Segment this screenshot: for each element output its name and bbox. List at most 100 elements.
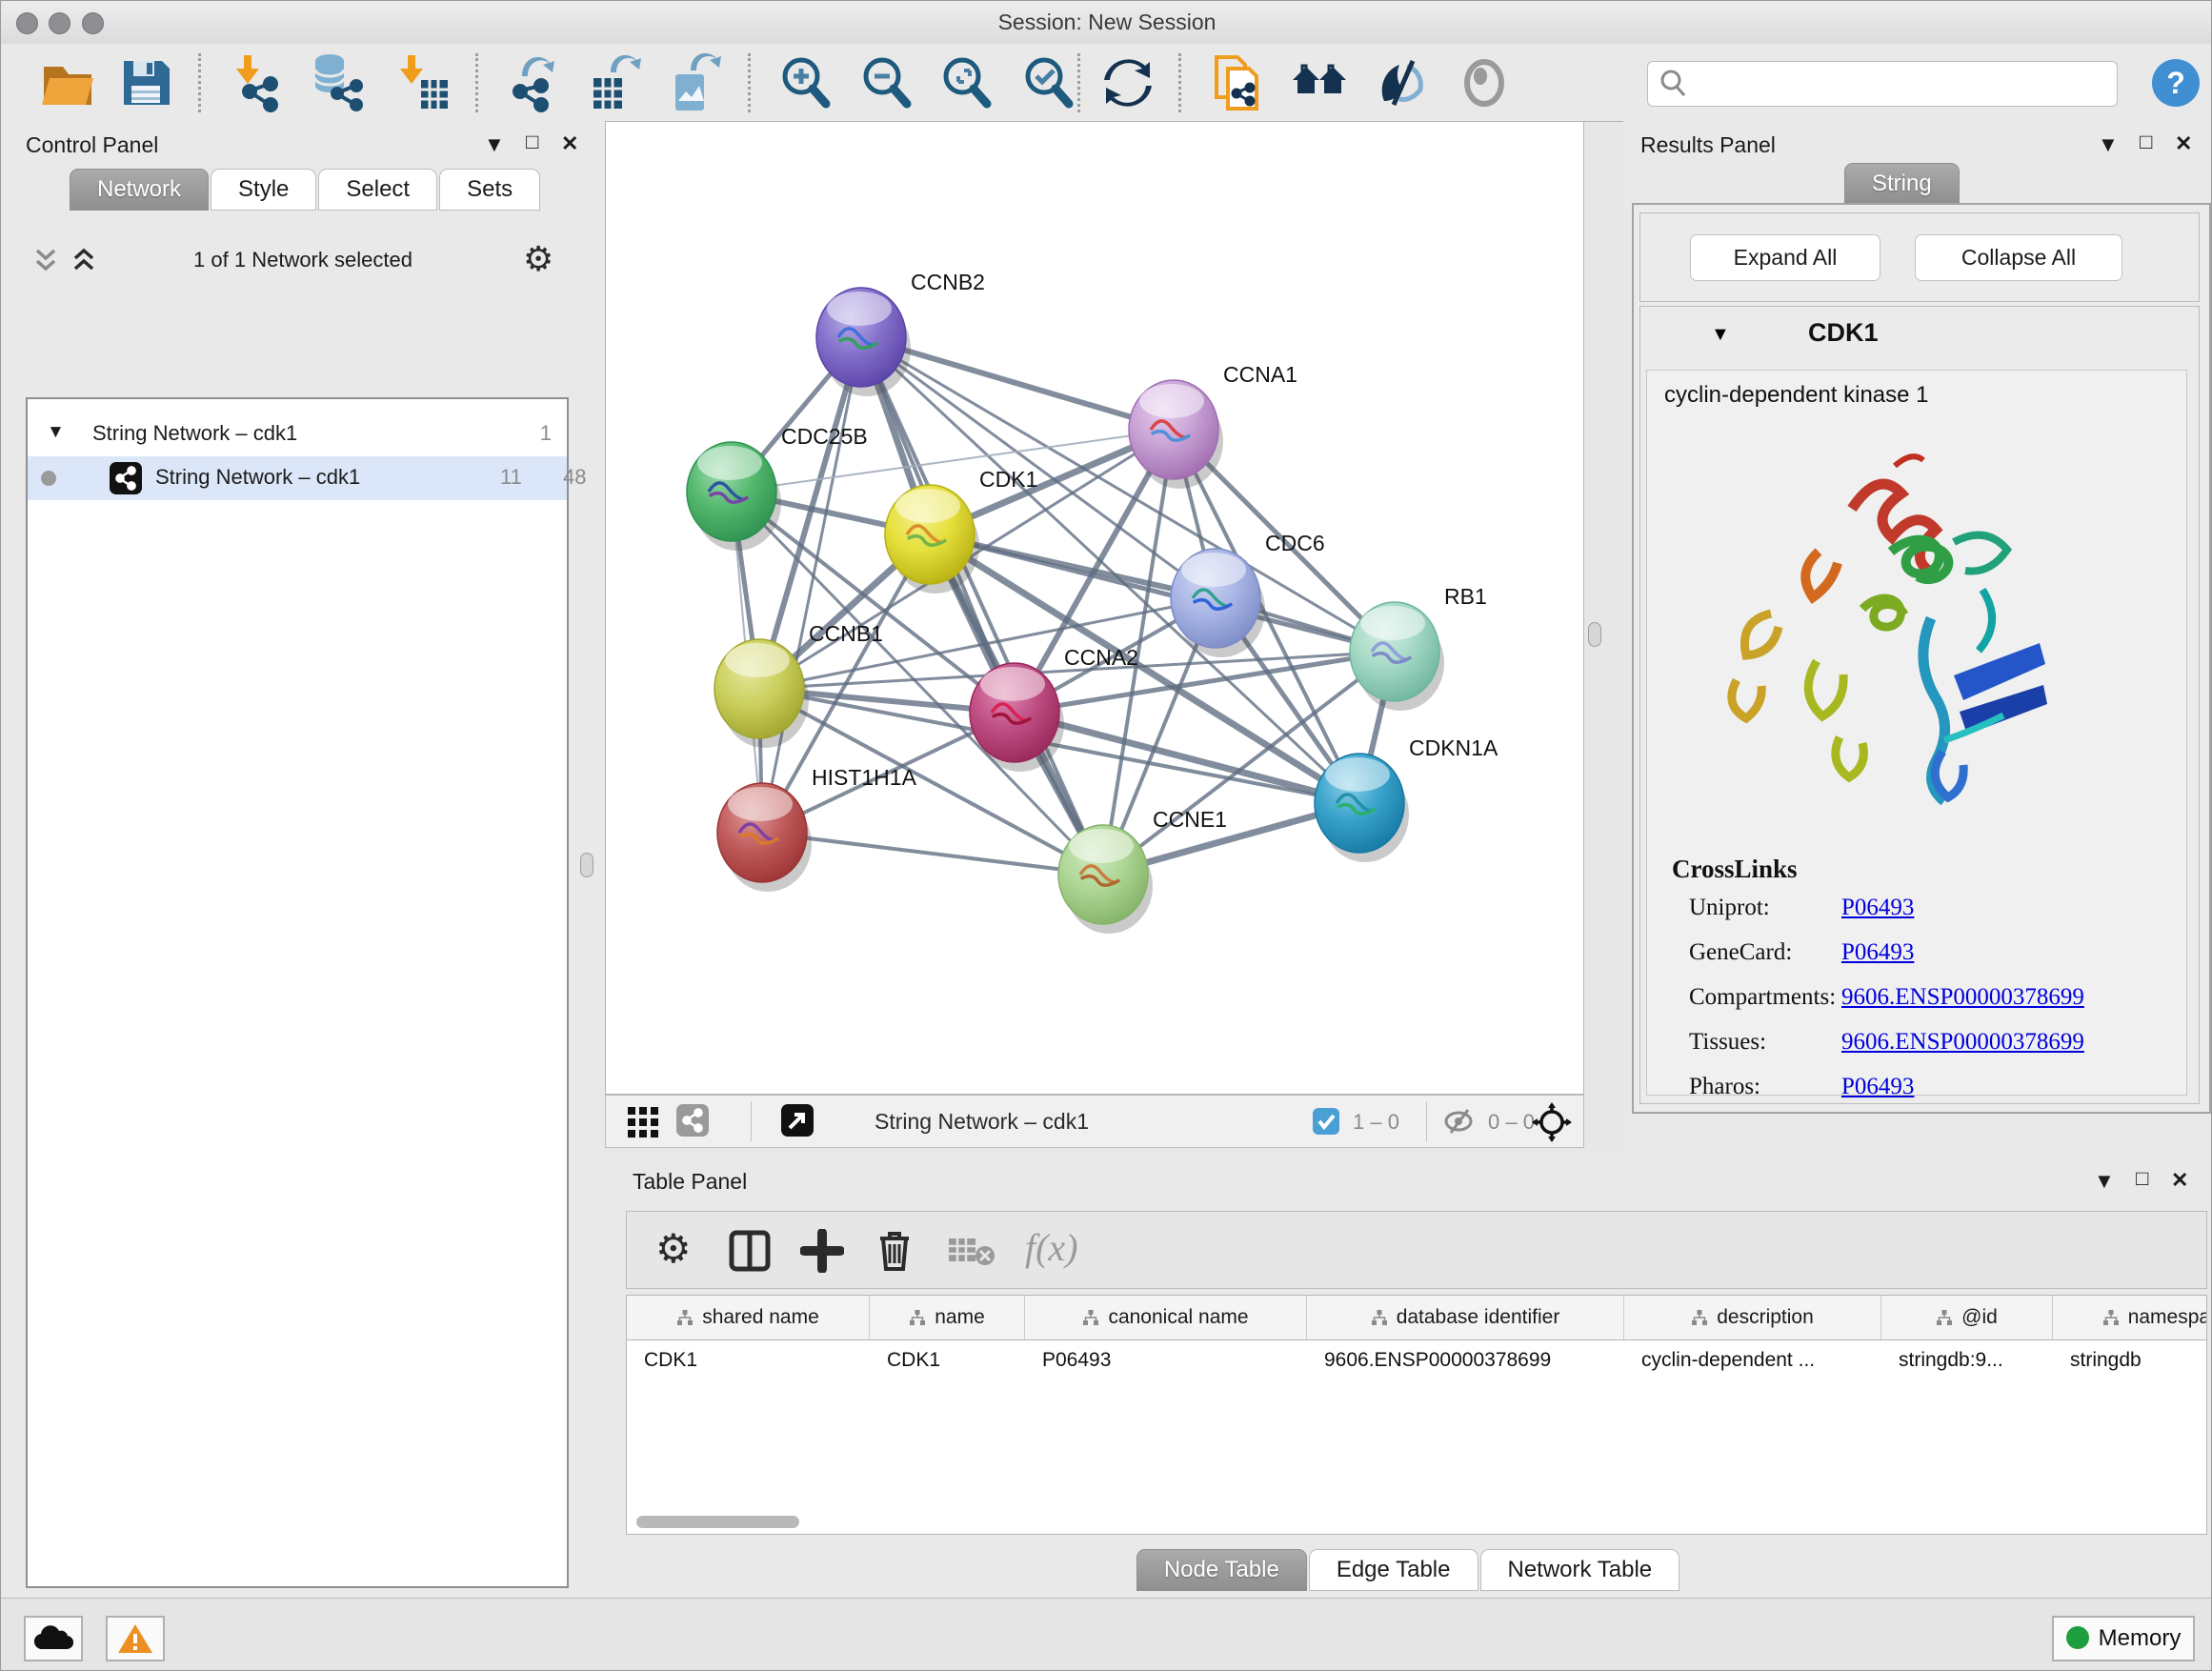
export-network-icon — [503, 51, 566, 114]
crosslink-link[interactable]: 9606.ENSP00000378699 — [1841, 984, 2084, 1011]
warning-button[interactable] — [106, 1616, 165, 1661]
delete-column-icon[interactable] — [873, 1227, 916, 1273]
question-icon: ? — [2166, 66, 2185, 100]
table-cell[interactable]: stringdb — [2053, 1339, 2207, 1381]
column-header-description[interactable]: description — [1624, 1296, 1881, 1339]
add-column-icon[interactable] — [800, 1229, 844, 1273]
node-CCNE1[interactable]: CCNE1 — [1058, 807, 1227, 934]
close-panel-icon[interactable]: ✕ — [561, 131, 578, 156]
node-CDC6[interactable]: CDC6 — [1171, 531, 1325, 657]
node-label-CDKN1A: CDKN1A — [1409, 735, 1498, 760]
float-panel-icon[interactable]: ▼ — [2098, 132, 2119, 157]
column-header-databaseidentifier[interactable]: database identifier — [1307, 1296, 1624, 1339]
export-image-icon — [662, 51, 725, 114]
tab-sets[interactable]: Sets — [439, 169, 540, 211]
hide-graphics-button[interactable] — [1371, 51, 1434, 114]
select-columns-icon[interactable] — [728, 1229, 772, 1273]
node-CDKN1A[interactable]: CDKN1A — [1315, 735, 1498, 862]
open-in-window-icon[interactable] — [781, 1104, 814, 1137]
table-cell[interactable]: 9606.ENSP00000378699 — [1307, 1339, 1624, 1381]
crosslink-link[interactable]: P06493 — [1841, 895, 1914, 921]
tab-edge-table[interactable]: Edge Table — [1309, 1549, 1478, 1591]
node-CCNA1[interactable]: CCNA1 — [1129, 362, 1297, 489]
expander-icon[interactable]: ▼ — [47, 422, 65, 443]
table-cell[interactable]: cyclin-dependent ... — [1624, 1339, 1881, 1381]
import-table-from-file-button[interactable] — [389, 51, 452, 114]
node-count: 11 — [500, 465, 522, 490]
open-session-button[interactable] — [36, 51, 99, 114]
zoom-in-button[interactable] — [774, 51, 837, 114]
zoom-selected-button[interactable] — [1017, 51, 1080, 114]
node-CCNB1[interactable]: CCNB1 — [714, 621, 883, 748]
table-cell[interactable]: CDK1 — [870, 1339, 1025, 1381]
node-HIST1H1A[interactable]: HIST1H1A — [717, 765, 917, 892]
splitter-handle[interactable] — [1588, 622, 1601, 647]
show-graphics-button[interactable] — [1453, 51, 1516, 114]
node-CDC25B[interactable]: CDC25B — [687, 424, 868, 551]
gear-icon[interactable]: ⚙ — [655, 1225, 692, 1272]
horizontal-scrollbar[interactable] — [636, 1516, 799, 1528]
export-image-button[interactable] — [662, 51, 725, 114]
memory-button[interactable]: Memory — [2052, 1616, 2195, 1661]
crosslink-link[interactable]: P06493 — [1841, 939, 1914, 966]
edge-HIST1H1A-CCNE1[interactable] — [762, 833, 1103, 875]
toolbar-separator — [1426, 1101, 1427, 1141]
node-CCNB2[interactable]: CCNB2 — [816, 270, 985, 396]
birdseye-crosshair-icon[interactable] — [1532, 1102, 1572, 1142]
expand-all-button[interactable]: Expand All — [1690, 234, 1880, 281]
tab-node-table[interactable]: Node Table — [1136, 1549, 1307, 1591]
close-panel-icon[interactable]: ✕ — [2175, 131, 2192, 156]
column-header-sharedname[interactable]: shared name — [627, 1296, 870, 1339]
crosslink-label: Uniprot: — [1689, 895, 1770, 920]
tab-string[interactable]: String — [1844, 163, 1960, 205]
export-network-button[interactable] — [503, 51, 566, 114]
save-session-button[interactable] — [114, 51, 177, 114]
search-input[interactable] — [1647, 61, 2118, 107]
import-network-from-file-button[interactable] — [225, 51, 288, 114]
node-RB1[interactable]: RB1 — [1350, 584, 1487, 711]
column-header-name[interactable]: name — [870, 1296, 1025, 1339]
tab-network[interactable]: Network — [70, 169, 209, 211]
table-cell[interactable]: stringdb:9... — [1881, 1339, 2053, 1381]
tab-network-table[interactable]: Network Table — [1480, 1549, 1680, 1591]
export-table-button[interactable] — [584, 51, 647, 114]
edge-CCNB2-HIST1H1A[interactable] — [762, 337, 861, 833]
control-panel: Control Panel ▼ □ ✕ NetworkStyleSelectSe… — [1, 121, 605, 1598]
crosslink-link[interactable]: 9606.ENSP00000378699 — [1841, 1029, 2084, 1056]
refresh-view-button[interactable] — [1096, 51, 1159, 114]
edge-CCNB2-CCNE1[interactable] — [861, 337, 1103, 875]
edge-CDK1-RB1[interactable] — [930, 534, 1395, 652]
splitter-handle[interactable] — [580, 853, 593, 877]
collapse-protein-icon[interactable]: ▼ — [1711, 324, 1730, 346]
network-row[interactable]: String Network – cdk1 11 48 — [28, 456, 567, 500]
maximize-panel-icon[interactable]: □ — [2136, 1166, 2148, 1191]
show-all-networks-button[interactable] — [1289, 51, 1352, 114]
grid-view-icon[interactable] — [627, 1106, 659, 1138]
column-header-namespace[interactable]: namespace — [2053, 1296, 2207, 1339]
copy-network-button[interactable] — [1205, 51, 1268, 114]
import-network-from-database-button[interactable] — [305, 51, 368, 114]
tab-select[interactable]: Select — [318, 169, 437, 211]
selected-checkbox-icon[interactable] — [1312, 1107, 1340, 1136]
cloud-button[interactable] — [24, 1616, 83, 1661]
float-panel-icon[interactable]: ▼ — [2094, 1169, 2115, 1194]
tab-style[interactable]: Style — [211, 169, 316, 211]
string-view-icon[interactable] — [676, 1104, 709, 1137]
help-button[interactable]: ? — [2152, 59, 2200, 107]
float-panel-icon[interactable]: ▼ — [484, 132, 505, 157]
memory-status-dot — [2066, 1626, 2089, 1649]
maximize-panel-icon[interactable]: □ — [526, 130, 538, 154]
maximize-panel-icon[interactable]: □ — [2140, 130, 2152, 154]
column-type-icon — [1082, 1309, 1099, 1326]
collapse-all-button[interactable]: Collapse All — [1915, 234, 2122, 281]
column-header-id[interactable]: @id — [1881, 1296, 2053, 1339]
table-cell[interactable]: P06493 — [1025, 1339, 1307, 1381]
zoom-fit-button[interactable] — [935, 51, 998, 114]
zoom-out-button[interactable] — [855, 51, 918, 114]
gear-icon[interactable]: ⚙ — [523, 239, 553, 279]
network-collection-row[interactable]: ▼ String Network – cdk1 1 — [28, 413, 567, 456]
close-panel-icon[interactable]: ✕ — [2171, 1168, 2188, 1193]
table-cell[interactable]: CDK1 — [627, 1339, 870, 1381]
column-header-canonicalname[interactable]: canonical name — [1025, 1296, 1307, 1339]
crosslink-link[interactable]: P06493 — [1841, 1074, 1914, 1100]
